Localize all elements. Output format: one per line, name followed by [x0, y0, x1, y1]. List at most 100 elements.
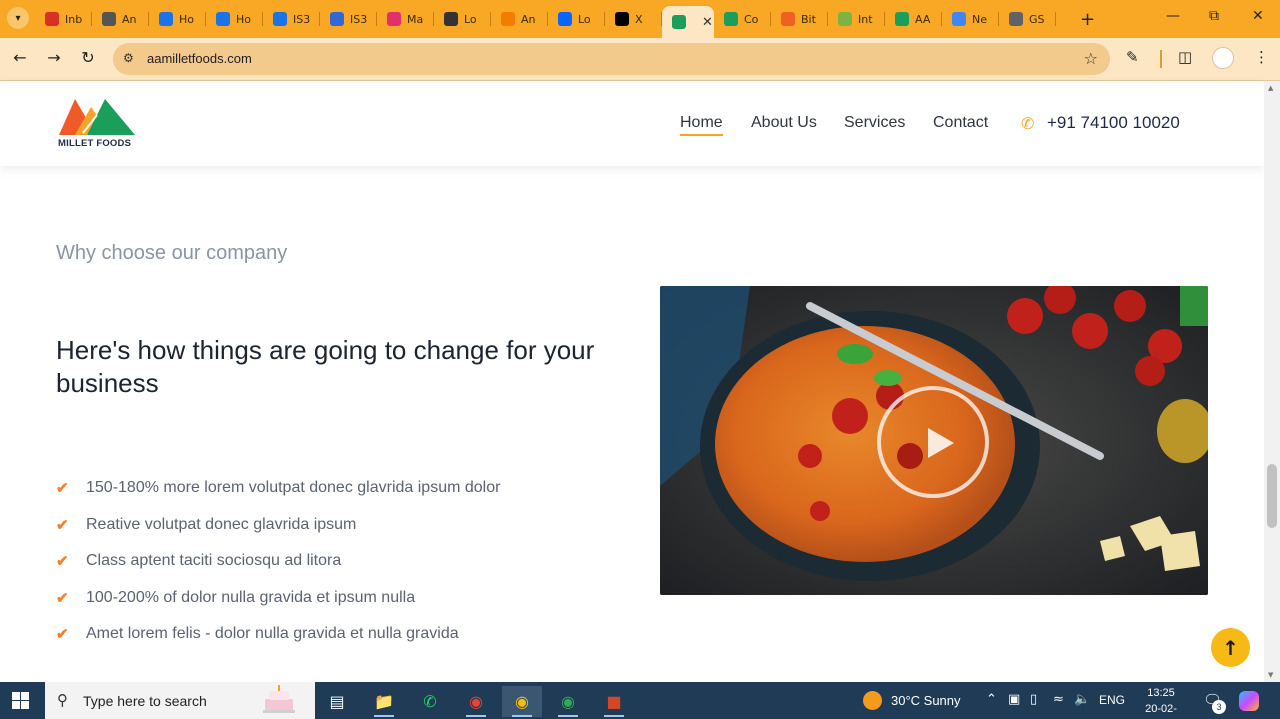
search-icon: ⚲	[57, 691, 68, 709]
browser-tab[interactable]: Ho	[149, 6, 206, 32]
chrome-icon[interactable]: ◉	[456, 686, 496, 717]
browser-tab[interactable]: Lo	[548, 6, 605, 32]
chrome-profile-icon[interactable]: ◉	[548, 686, 588, 717]
feature-text: Reative volutpat donec glavrida ipsum	[86, 515, 357, 533]
millet-logo-icon	[895, 12, 909, 26]
address-bar[interactable]: ⚙ aamilletfoods.com ☆	[113, 43, 1110, 75]
check-icon: ✔	[56, 516, 69, 534]
bitly-icon	[781, 12, 795, 26]
minimize-button[interactable]: —	[1166, 8, 1180, 24]
wifi-icon[interactable]: ≈	[1053, 692, 1064, 707]
browser-tab[interactable]: Int	[828, 6, 885, 32]
meet-now-icon[interactable]: ▣	[1008, 692, 1020, 707]
notification-count-badge: 3	[1212, 700, 1226, 714]
task-view-icon[interactable]: ▤	[317, 686, 357, 717]
browser-tab[interactable]: An	[491, 6, 548, 32]
chrome-active-icon[interactable]: ◉	[502, 686, 542, 717]
nav-services[interactable]: Services	[844, 114, 905, 132]
features-list: ✔ 150-180% more lorem volutpat donec glav…	[56, 470, 500, 653]
clock-time: 13:25	[1147, 687, 1175, 699]
gmail-icon	[45, 12, 59, 26]
feature-text: Class aptent taciti sociosqu ad litora	[86, 552, 342, 570]
section-title: Here's how things are going to change fo…	[56, 335, 595, 398]
tab-label: AA	[915, 12, 931, 26]
url-text[interactable]: aamilletfoods.com	[147, 51, 252, 66]
browser-tab[interactable]: ✕	[662, 6, 714, 38]
tray-chevron-icon[interactable]: ⌃	[986, 692, 997, 707]
browser-tab[interactable]: AA	[885, 6, 942, 32]
battery-icon[interactable]: ▯	[1030, 692, 1037, 707]
tab-label: Ho	[236, 12, 252, 26]
browser-tab[interactable]: Bit	[771, 6, 828, 32]
browser-menu-icon[interactable]: ⋮	[1254, 48, 1269, 66]
phone-icon: ✆	[1021, 114, 1035, 133]
play-video-button[interactable]	[877, 386, 989, 498]
close-tab-icon[interactable]: ✕	[702, 15, 713, 30]
close-window-button[interactable]: ✕	[1252, 8, 1264, 24]
scroll-to-top-button[interactable]: ↑	[1211, 628, 1250, 667]
tab-label: Inb	[65, 12, 83, 26]
section-eyebrow: Why choose our company	[56, 242, 288, 264]
bookmark-star-icon[interactable]: ☆	[1084, 49, 1098, 68]
tab-label: Lo	[464, 12, 477, 26]
volume-icon[interactable]: 🔈	[1074, 692, 1090, 707]
weather-text[interactable]: 30°C Sunny	[891, 693, 961, 708]
phone-number[interactable]: +91 74100 10020	[1047, 113, 1180, 133]
c-logo-icon	[159, 12, 173, 26]
scroll-up-icon[interactable]: ▲	[1268, 84, 1273, 92]
scrollbar-thumb[interactable]	[1267, 464, 1277, 528]
browser-tab[interactable]: X	[605, 6, 662, 32]
nav-contact[interactable]: Contact	[933, 114, 988, 132]
nav-about-us[interactable]: About Us	[751, 114, 817, 132]
file-explorer-icon[interactable]: 📁	[364, 686, 404, 717]
back-button[interactable]: ←	[8, 48, 32, 67]
feature-item: ✔ Reative volutpat donec glavrida ipsum	[56, 507, 500, 544]
reload-button[interactable]: ↻	[76, 48, 100, 67]
c-logo-icon	[273, 12, 287, 26]
browser-tab[interactable]: Ho	[206, 6, 263, 32]
powerpoint-icon[interactable]: ■	[594, 686, 634, 717]
logo-text: MILLET FOODS	[58, 138, 132, 149]
feature-text: 100-200% of dolor nulla gravida et ipsum…	[86, 588, 416, 606]
browser-tab[interactable]: Ne	[942, 6, 999, 32]
windows-taskbar: ⚲ Type here to search ▤ 📁 ✆ ◉ ◉ ◉ ■ 30°C…	[0, 682, 1280, 719]
tab-search-button[interactable]: ▾	[7, 7, 29, 29]
restore-button[interactable]: ⧉	[1209, 8, 1219, 24]
copilot-icon[interactable]	[1239, 691, 1259, 711]
x-icon	[615, 12, 629, 26]
browser-tab[interactable]: Lo	[434, 6, 491, 32]
printer-icon	[330, 12, 344, 26]
browser-tab[interactable]: IS3	[320, 6, 377, 32]
page-scrollbar[interactable]: ▲ ▼	[1264, 81, 1280, 682]
scroll-down-icon[interactable]: ▼	[1268, 671, 1273, 679]
forward-button[interactable]: →	[42, 48, 66, 67]
birthday-cake-icon[interactable]	[257, 685, 301, 715]
browser-tab[interactable]: GS	[999, 6, 1056, 32]
side-panel-icon[interactable]: ◫	[1178, 48, 1192, 66]
whatsapp-icon[interactable]: ✆	[410, 686, 450, 717]
feature-item: ✔ 150-180% more lorem volutpat donec glav…	[56, 470, 500, 507]
browser-tab[interactable]: Inb	[35, 6, 92, 32]
browser-tab[interactable]: IS3	[263, 6, 320, 32]
weather-sun-icon[interactable]	[863, 691, 882, 710]
check-icon: ✔	[56, 480, 69, 498]
meta-icon	[558, 12, 572, 26]
system-clock[interactable]: 13:25 20-02-2024	[1133, 685, 1189, 719]
browser-tab[interactable]: Co	[714, 6, 771, 32]
taskbar-search-box[interactable]: ⚲ Type here to search	[45, 682, 315, 719]
browser-tab[interactable]: Ma	[377, 6, 434, 32]
search-placeholder[interactable]: Type here to search	[83, 693, 207, 709]
site-info-icon[interactable]: ⚙	[123, 51, 134, 65]
browser-tab[interactable]: An	[92, 6, 149, 32]
browser-toolbar: ← → ↻ ⚙ aamilletfoods.com ☆ ✎ ◫ ⋮	[0, 38, 1280, 81]
new-tab-button[interactable]: +	[1080, 9, 1095, 30]
language-indicator[interactable]: ENG	[1099, 693, 1125, 707]
tab-label: GS	[1029, 12, 1045, 26]
extensions-icon[interactable]: ✎	[1126, 48, 1139, 66]
windows-start-icon[interactable]	[12, 692, 29, 709]
profile-avatar[interactable]	[1212, 47, 1234, 69]
spaghetti-video-thumbnail[interactable]	[660, 286, 1208, 595]
nav-home[interactable]: Home	[680, 114, 723, 136]
site-header: MILLET FOODS Home About Us Services Cont…	[0, 81, 1264, 166]
check-icon: ✔	[56, 626, 69, 644]
